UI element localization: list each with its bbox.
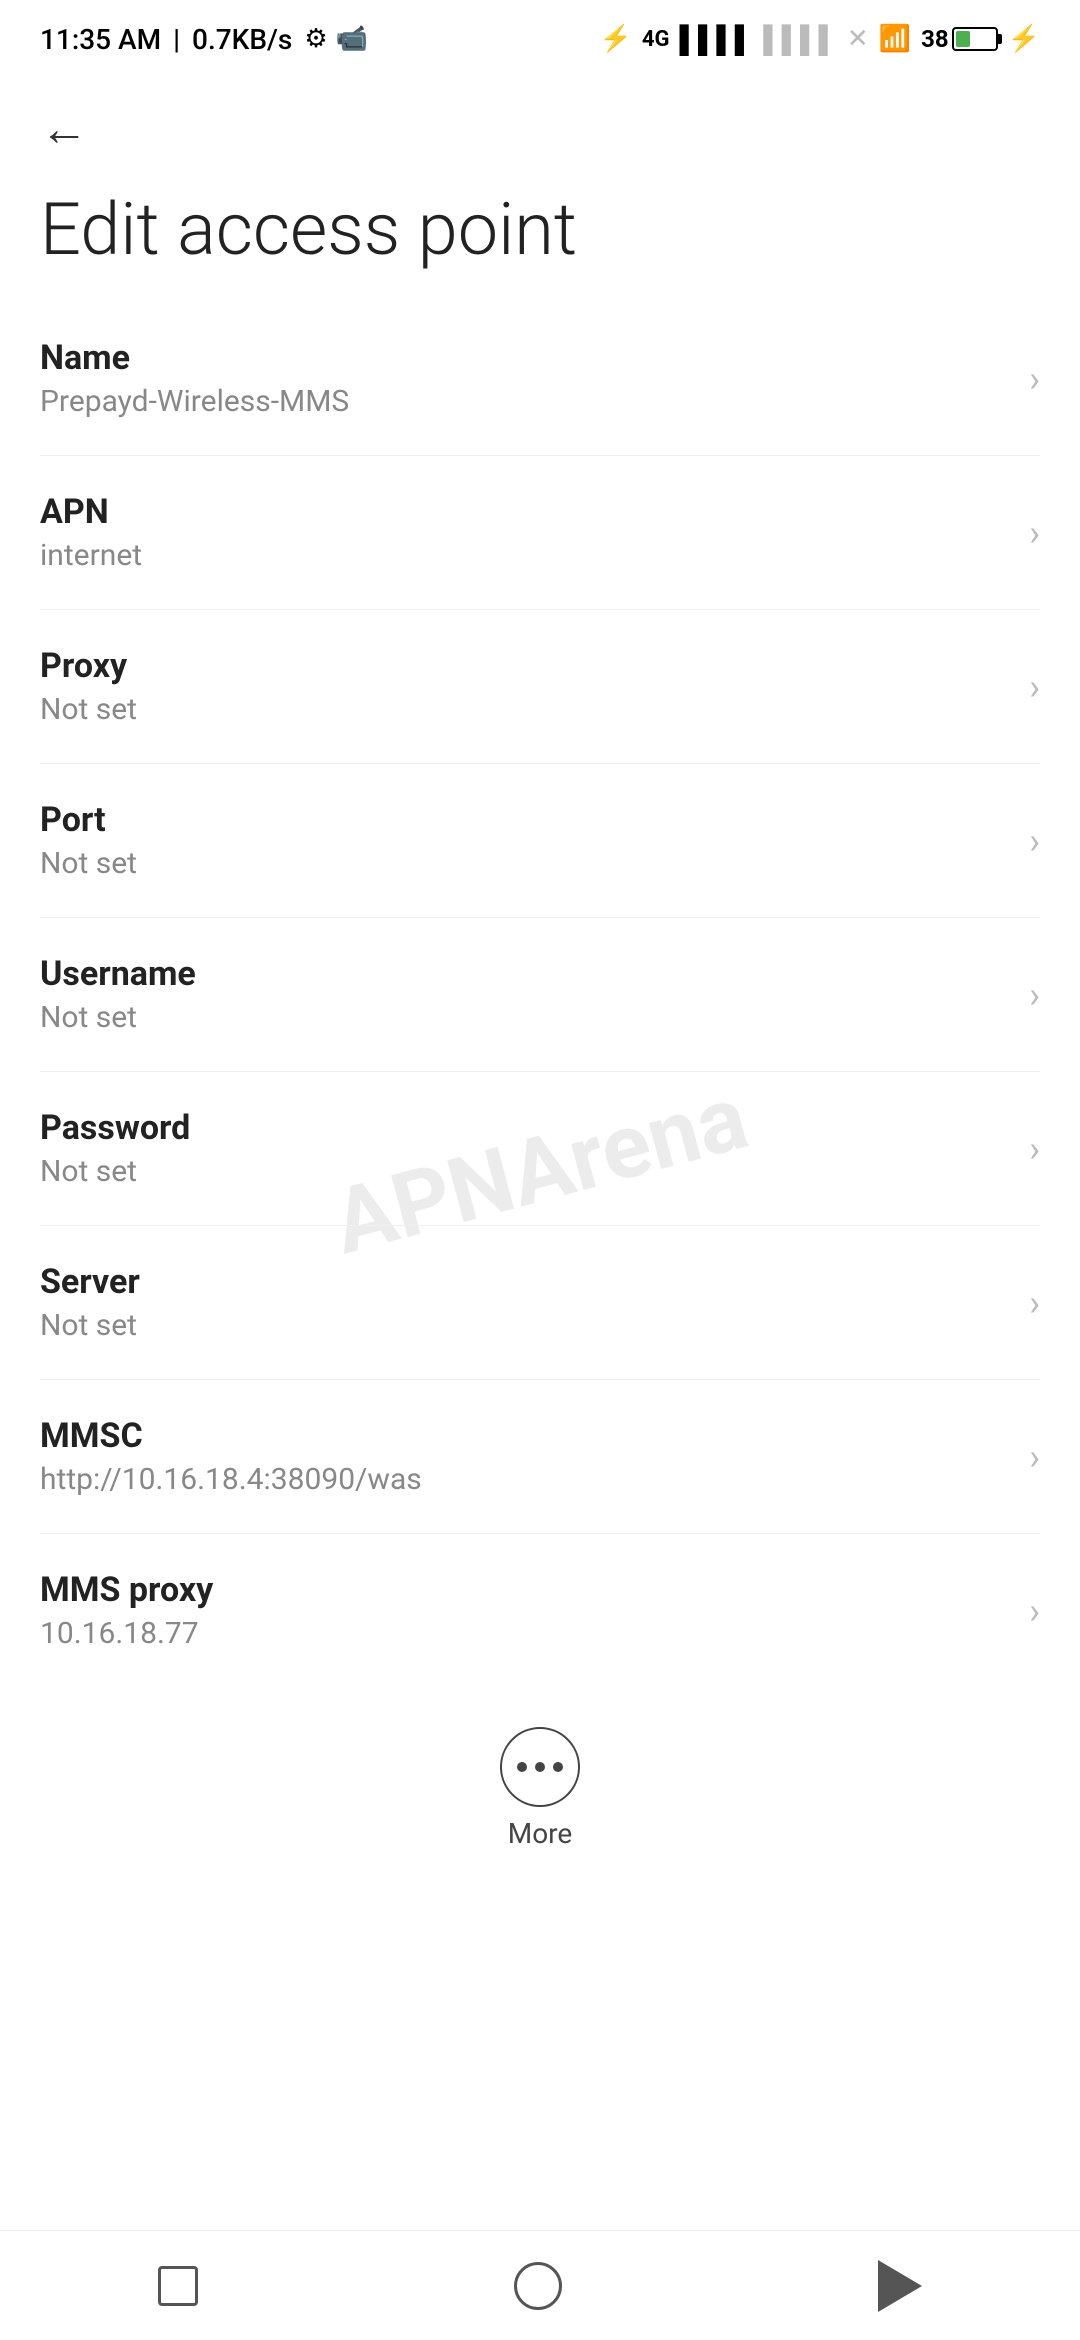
battery-indicator: 38 xyxy=(921,25,998,53)
settings-item-mmsc-label: MMSC xyxy=(40,1416,1009,1456)
settings-item-mms-proxy[interactable]: MMS proxy 10.16.18.77 › xyxy=(40,1534,1040,1687)
chevron-right-icon-proxy: › xyxy=(1029,666,1040,708)
settings-item-username-content: Username Not set xyxy=(40,954,1009,1035)
settings-icon: ⚙ xyxy=(304,24,327,54)
signal-bars-icon: ▌▌▌▌ xyxy=(680,24,754,55)
nav-triangle-icon xyxy=(878,2260,922,2312)
nav-square-icon xyxy=(158,2266,198,2306)
chevron-right-icon-port: › xyxy=(1029,820,1040,862)
settings-item-apn-value: internet xyxy=(40,538,1009,573)
video-icon: 📹 xyxy=(336,24,368,54)
settings-item-proxy[interactable]: Proxy Not set › xyxy=(40,610,1040,764)
time-display: 11:35 AM xyxy=(40,23,161,56)
battery-fill xyxy=(956,31,970,47)
settings-item-apn-content: APN internet xyxy=(40,492,1009,573)
nav-recent-button[interactable] xyxy=(138,2246,218,2326)
settings-item-mms-proxy-content: MMS proxy 10.16.18.77 xyxy=(40,1570,1009,1651)
settings-item-mmsc[interactable]: MMSC http://10.16.18.4:38090/was › xyxy=(40,1380,1040,1534)
settings-item-username-value: Not set xyxy=(40,1000,1009,1035)
settings-item-mms-proxy-value: 10.16.18.77 xyxy=(40,1616,1009,1651)
dot-1 xyxy=(517,1762,527,1772)
chevron-right-icon-password: › xyxy=(1029,1128,1040,1170)
chevron-right-icon-mmsc: › xyxy=(1029,1436,1040,1478)
settings-item-server-label: Server xyxy=(40,1262,1009,1302)
back-button[interactable]: ← xyxy=(40,100,1040,157)
nav-back-button[interactable] xyxy=(858,2240,942,2332)
settings-item-server[interactable]: Server Not set › xyxy=(40,1226,1040,1380)
status-bar: 11:35 AM | 0.7KB/s ⚙ 📹 ⚡ 4G ▌▌▌▌ ▌▌▌▌ ✕ … xyxy=(0,0,1080,70)
settings-item-proxy-content: Proxy Not set xyxy=(40,646,1009,727)
settings-item-port-label: Port xyxy=(40,800,1009,840)
settings-item-password-label: Password xyxy=(40,1108,1009,1148)
dot-3 xyxy=(553,1762,563,1772)
battery-percent: 38 xyxy=(921,25,949,53)
settings-item-mmsc-value: http://10.16.18.4:38090/was xyxy=(40,1462,1009,1497)
nav-home-button[interactable] xyxy=(494,2242,582,2330)
settings-item-server-content: Server Not set xyxy=(40,1262,1009,1343)
bolt-icon: ⚡ xyxy=(1008,24,1040,54)
wifi-icon: 📶 xyxy=(879,24,911,54)
chevron-right-icon-mms-proxy: › xyxy=(1029,1590,1040,1632)
settings-item-username-label: Username xyxy=(40,954,1009,994)
more-label: More xyxy=(508,1817,573,1850)
signal-x-icon: ✕ xyxy=(847,24,869,54)
signal-4g-icon: 4G xyxy=(642,27,670,52)
chevron-right-icon-server: › xyxy=(1029,1282,1040,1324)
settings-item-server-value: Not set xyxy=(40,1308,1009,1343)
bluetooth-icon: ⚡ xyxy=(600,24,632,54)
page-title: Edit access point xyxy=(40,187,1040,272)
settings-item-username[interactable]: Username Not set › xyxy=(40,918,1040,1072)
settings-item-apn[interactable]: APN internet › xyxy=(40,456,1040,610)
settings-item-mms-proxy-label: MMS proxy xyxy=(40,1570,1009,1610)
settings-item-name-value: Prepayd-Wireless-MMS xyxy=(40,384,1009,419)
settings-item-password[interactable]: Password Not set › xyxy=(40,1072,1040,1226)
header: ← Edit access point xyxy=(0,70,1080,302)
settings-list: Name Prepayd-Wireless-MMS › APN internet… xyxy=(0,302,1080,1687)
more-button-container[interactable]: More xyxy=(0,1687,1080,1880)
settings-item-name[interactable]: Name Prepayd-Wireless-MMS › xyxy=(40,302,1040,456)
chevron-right-icon-username: › xyxy=(1029,974,1040,1016)
back-arrow-icon: ← xyxy=(40,100,88,157)
settings-item-name-content: Name Prepayd-Wireless-MMS xyxy=(40,338,1009,419)
battery-box xyxy=(952,27,998,51)
settings-item-name-label: Name xyxy=(40,338,1009,378)
dot-2 xyxy=(535,1762,545,1772)
settings-item-proxy-label: Proxy xyxy=(40,646,1009,686)
nav-bar xyxy=(0,2230,1080,2340)
settings-item-proxy-value: Not set xyxy=(40,692,1009,727)
more-dots-icon xyxy=(517,1762,563,1772)
separator: | xyxy=(173,23,180,56)
speed-display: 0.7KB/s xyxy=(192,23,292,56)
settings-item-password-content: Password Not set xyxy=(40,1108,1009,1189)
chevron-right-icon-name: › xyxy=(1029,358,1040,400)
settings-item-port-content: Port Not set xyxy=(40,800,1009,881)
settings-item-port[interactable]: Port Not set › xyxy=(40,764,1040,918)
signal-bars2-icon: ▌▌▌▌ xyxy=(763,24,837,55)
settings-item-mmsc-content: MMSC http://10.16.18.4:38090/was xyxy=(40,1416,1009,1497)
settings-item-password-value: Not set xyxy=(40,1154,1009,1189)
nav-circle-icon xyxy=(514,2262,562,2310)
more-circle-button[interactable] xyxy=(500,1727,580,1807)
settings-item-apn-label: APN xyxy=(40,492,1009,532)
chevron-right-icon-apn: › xyxy=(1029,512,1040,554)
settings-item-port-value: Not set xyxy=(40,846,1009,881)
